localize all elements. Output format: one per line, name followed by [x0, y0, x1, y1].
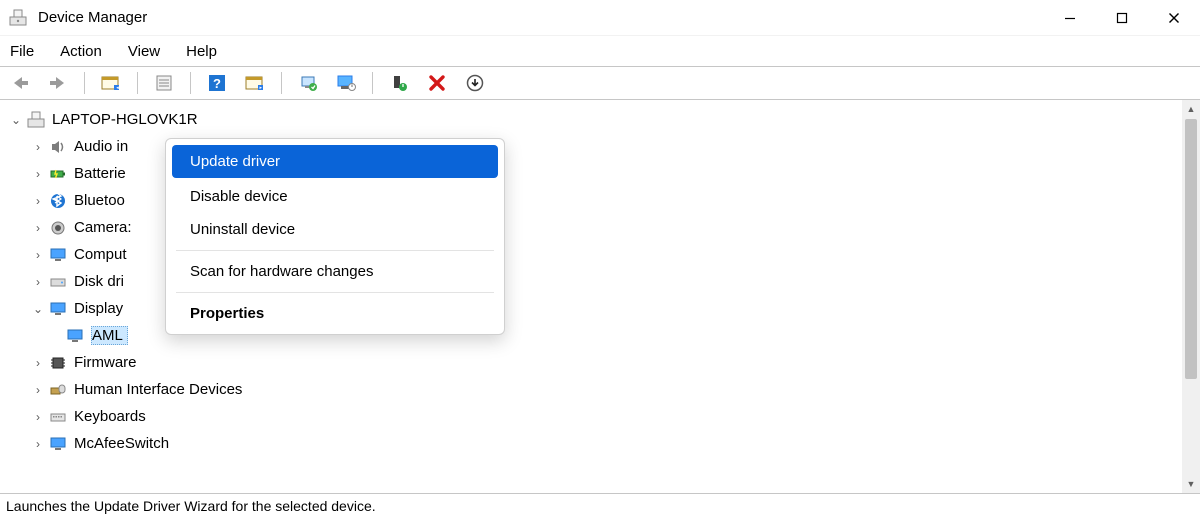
scan-hardware-button[interactable]: ▸ [243, 71, 267, 95]
tree-root-label: LAPTOP-HGLOVK1R [52, 111, 198, 128]
tree-area: ⌄ LAPTOP-HGLOVK1R › Audio in › Batterie … [0, 100, 1200, 494]
tree-item-label: Keyboards [74, 408, 146, 425]
expander-icon[interactable]: › [30, 356, 46, 370]
keyboard-icon [48, 407, 68, 427]
menu-uninstall-device[interactable]: Uninstall device [166, 213, 504, 246]
expander-icon[interactable]: › [30, 140, 46, 154]
help-button[interactable]: ? [205, 71, 229, 95]
expander-icon[interactable]: ⌄ [30, 302, 46, 316]
scroll-down-icon[interactable]: ▼ [1182, 475, 1200, 493]
network-adapter-icon [48, 434, 68, 454]
tree-item-label: Firmware [74, 354, 137, 371]
tree-item-mcafee[interactable]: › McAfeeSwitch [8, 430, 1182, 457]
window-title: Device Manager [38, 9, 147, 26]
menu-scan-hardware[interactable]: Scan for hardware changes [166, 255, 504, 288]
scroll-up-icon[interactable]: ▲ [1182, 100, 1200, 118]
forward-button[interactable] [46, 71, 70, 95]
properties-button[interactable] [152, 71, 176, 95]
display-adapter-icon [48, 299, 68, 319]
bluetooth-icon [48, 191, 68, 211]
expander-icon[interactable]: › [30, 194, 46, 208]
tree-item-hid[interactable]: › Human Interface Devices [8, 376, 1182, 403]
menu-view[interactable]: View [124, 41, 164, 62]
expander-icon[interactable]: › [30, 383, 46, 397]
vertical-scrollbar[interactable]: ▲ ▼ [1182, 100, 1200, 493]
menu-disable-device[interactable]: Disable device [166, 180, 504, 213]
menu-help[interactable]: Help [182, 41, 221, 62]
disable-device-button[interactable] [387, 71, 411, 95]
speaker-icon [48, 137, 68, 157]
app-icon [8, 8, 28, 28]
tree-item-label: Bluetoo [74, 192, 125, 209]
tree-item-firmware[interactable]: › Firmware [8, 349, 1182, 376]
show-hidden-button[interactable]: ◂ [99, 71, 123, 95]
menu-file[interactable]: File [6, 41, 38, 62]
expander-icon[interactable]: › [30, 275, 46, 289]
hid-icon [48, 380, 68, 400]
battery-icon [48, 164, 68, 184]
update-driver-button[interactable] [296, 71, 320, 95]
tree-root[interactable]: ⌄ LAPTOP-HGLOVK1R [8, 106, 1182, 133]
tree-item-label: Disk dri [74, 273, 124, 290]
uninstall-device-button[interactable] [425, 71, 449, 95]
tree-item-label: Camera: [74, 219, 132, 236]
menubar: File Action View Help [0, 36, 1200, 66]
statusbar: Launches the Update Driver Wizard for th… [0, 494, 1200, 518]
toolbar: ◂ ? ▸ [0, 66, 1200, 100]
titlebar: Device Manager [0, 0, 1200, 36]
minimize-button[interactable] [1044, 0, 1096, 35]
context-menu: Update driver Disable device Uninstall d… [165, 138, 505, 335]
status-text: Launches the Update Driver Wizard for th… [6, 498, 376, 514]
expander-icon[interactable]: › [30, 437, 46, 451]
disk-icon [48, 272, 68, 292]
install-legacy-button[interactable] [463, 71, 487, 95]
tree-item-keyboards[interactable]: › Keyboards [8, 403, 1182, 430]
expander-icon[interactable]: › [30, 221, 46, 235]
display-adapter-icon [65, 326, 85, 346]
tree-item-label: Human Interface Devices [74, 381, 242, 398]
maximize-button[interactable] [1096, 0, 1148, 35]
computer-icon [26, 110, 46, 130]
tree-item-label: McAfeeSwitch [74, 435, 169, 452]
expander-icon[interactable]: › [30, 248, 46, 262]
monitor-icon [48, 245, 68, 265]
camera-icon [48, 218, 68, 238]
expander-icon[interactable]: ⌄ [8, 113, 24, 127]
tree-item-label: Display [74, 300, 123, 317]
chip-icon [48, 353, 68, 373]
tree-item-label: Batterie [74, 165, 126, 182]
tree-item-label: Comput [74, 246, 127, 263]
menu-properties[interactable]: Properties [166, 297, 504, 330]
menu-separator [176, 292, 494, 293]
svg-text:?: ? [213, 76, 221, 91]
back-button[interactable] [8, 71, 32, 95]
menu-separator [176, 250, 494, 251]
scroll-thumb[interactable] [1185, 119, 1197, 379]
expander-icon[interactable]: › [30, 410, 46, 424]
menu-action[interactable]: Action [56, 41, 106, 62]
close-button[interactable] [1148, 0, 1200, 35]
menu-update-driver[interactable]: Update driver [172, 145, 498, 178]
expander-icon[interactable]: › [30, 167, 46, 181]
enable-device-button[interactable] [334, 71, 358, 95]
tree-item-label: Audio in [74, 138, 128, 155]
tree-item-label: AML [91, 326, 128, 345]
